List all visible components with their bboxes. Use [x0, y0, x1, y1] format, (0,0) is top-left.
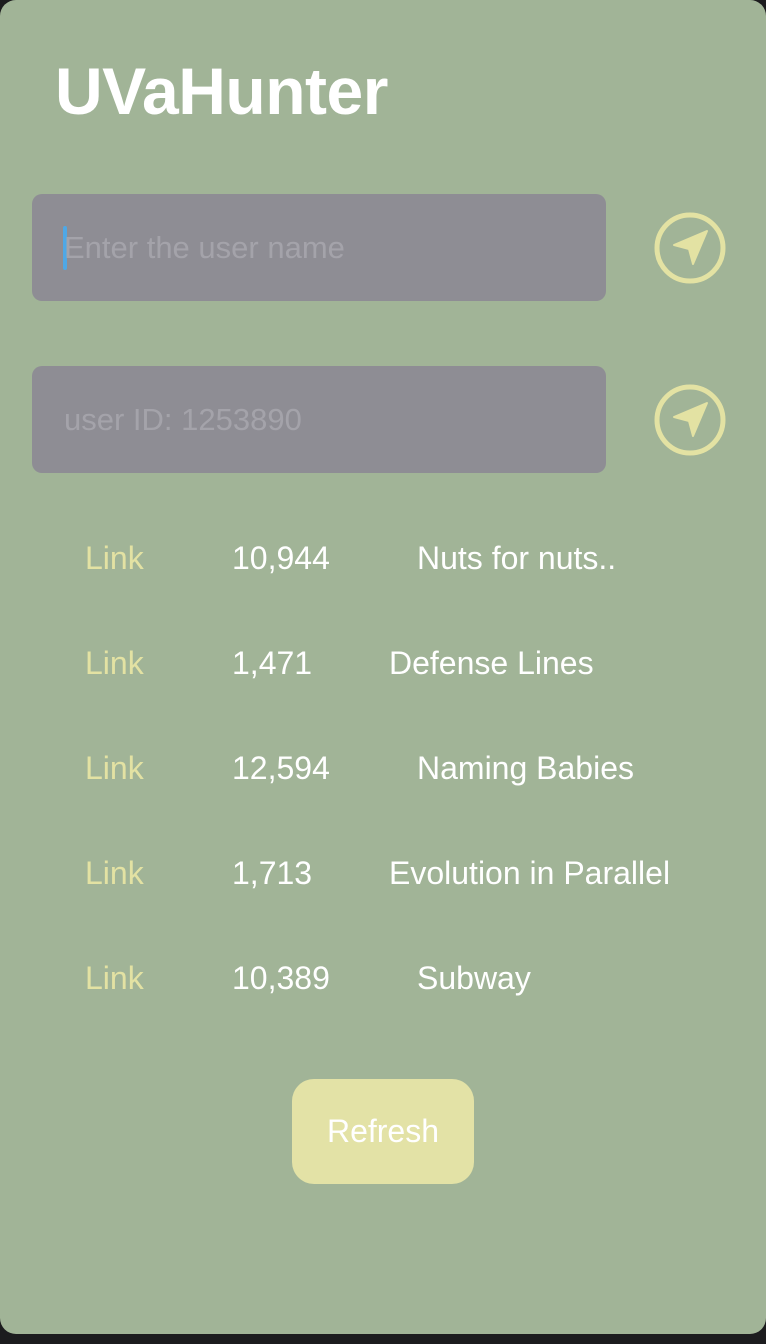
problem-name: Naming Babies — [417, 750, 634, 786]
navigation-arrow-icon[interactable] — [652, 210, 728, 286]
username-input[interactable] — [64, 194, 584, 301]
problem-count: 10,389 — [232, 960, 330, 996]
userid-field[interactable] — [32, 366, 606, 473]
refresh-button[interactable]: Refresh — [292, 1079, 474, 1184]
problem-count: 12,594 — [232, 750, 330, 786]
problem-row: Link 1,471 Defense Lines — [0, 637, 766, 697]
problem-row: Link 12,594 Naming Babies — [0, 742, 766, 802]
problem-row: Link 1,713 Evolution in Parallel — [0, 847, 766, 907]
app-title: UVaHunter — [55, 54, 388, 128]
problem-link[interactable]: Link — [85, 960, 144, 997]
userid-input[interactable] — [64, 366, 584, 473]
problem-row: Link 10,944 Nuts for nuts.. — [0, 532, 766, 592]
problem-name: Nuts for nuts.. — [417, 540, 617, 576]
navigation-arrow-icon[interactable] — [652, 382, 728, 458]
problem-link[interactable]: Link — [85, 855, 144, 892]
problem-link[interactable]: Link — [85, 540, 144, 577]
problem-name: Subway — [417, 960, 531, 996]
app-screen: UVaHunter Link 10,944 Nuts for nuts.. Li… — [0, 0, 766, 1334]
problem-count: 1,713 — [232, 855, 313, 891]
problem-link[interactable]: Link — [85, 750, 144, 787]
problem-row: Link 10,389 Subway — [0, 952, 766, 1012]
problem-name: Defense Lines — [389, 645, 594, 681]
username-field[interactable] — [32, 194, 606, 301]
problem-count: 10,944 — [232, 540, 330, 576]
problem-name: Evolution in Parallel — [389, 855, 671, 891]
problem-count: 1,471 — [232, 645, 313, 681]
problem-link[interactable]: Link — [85, 645, 144, 682]
